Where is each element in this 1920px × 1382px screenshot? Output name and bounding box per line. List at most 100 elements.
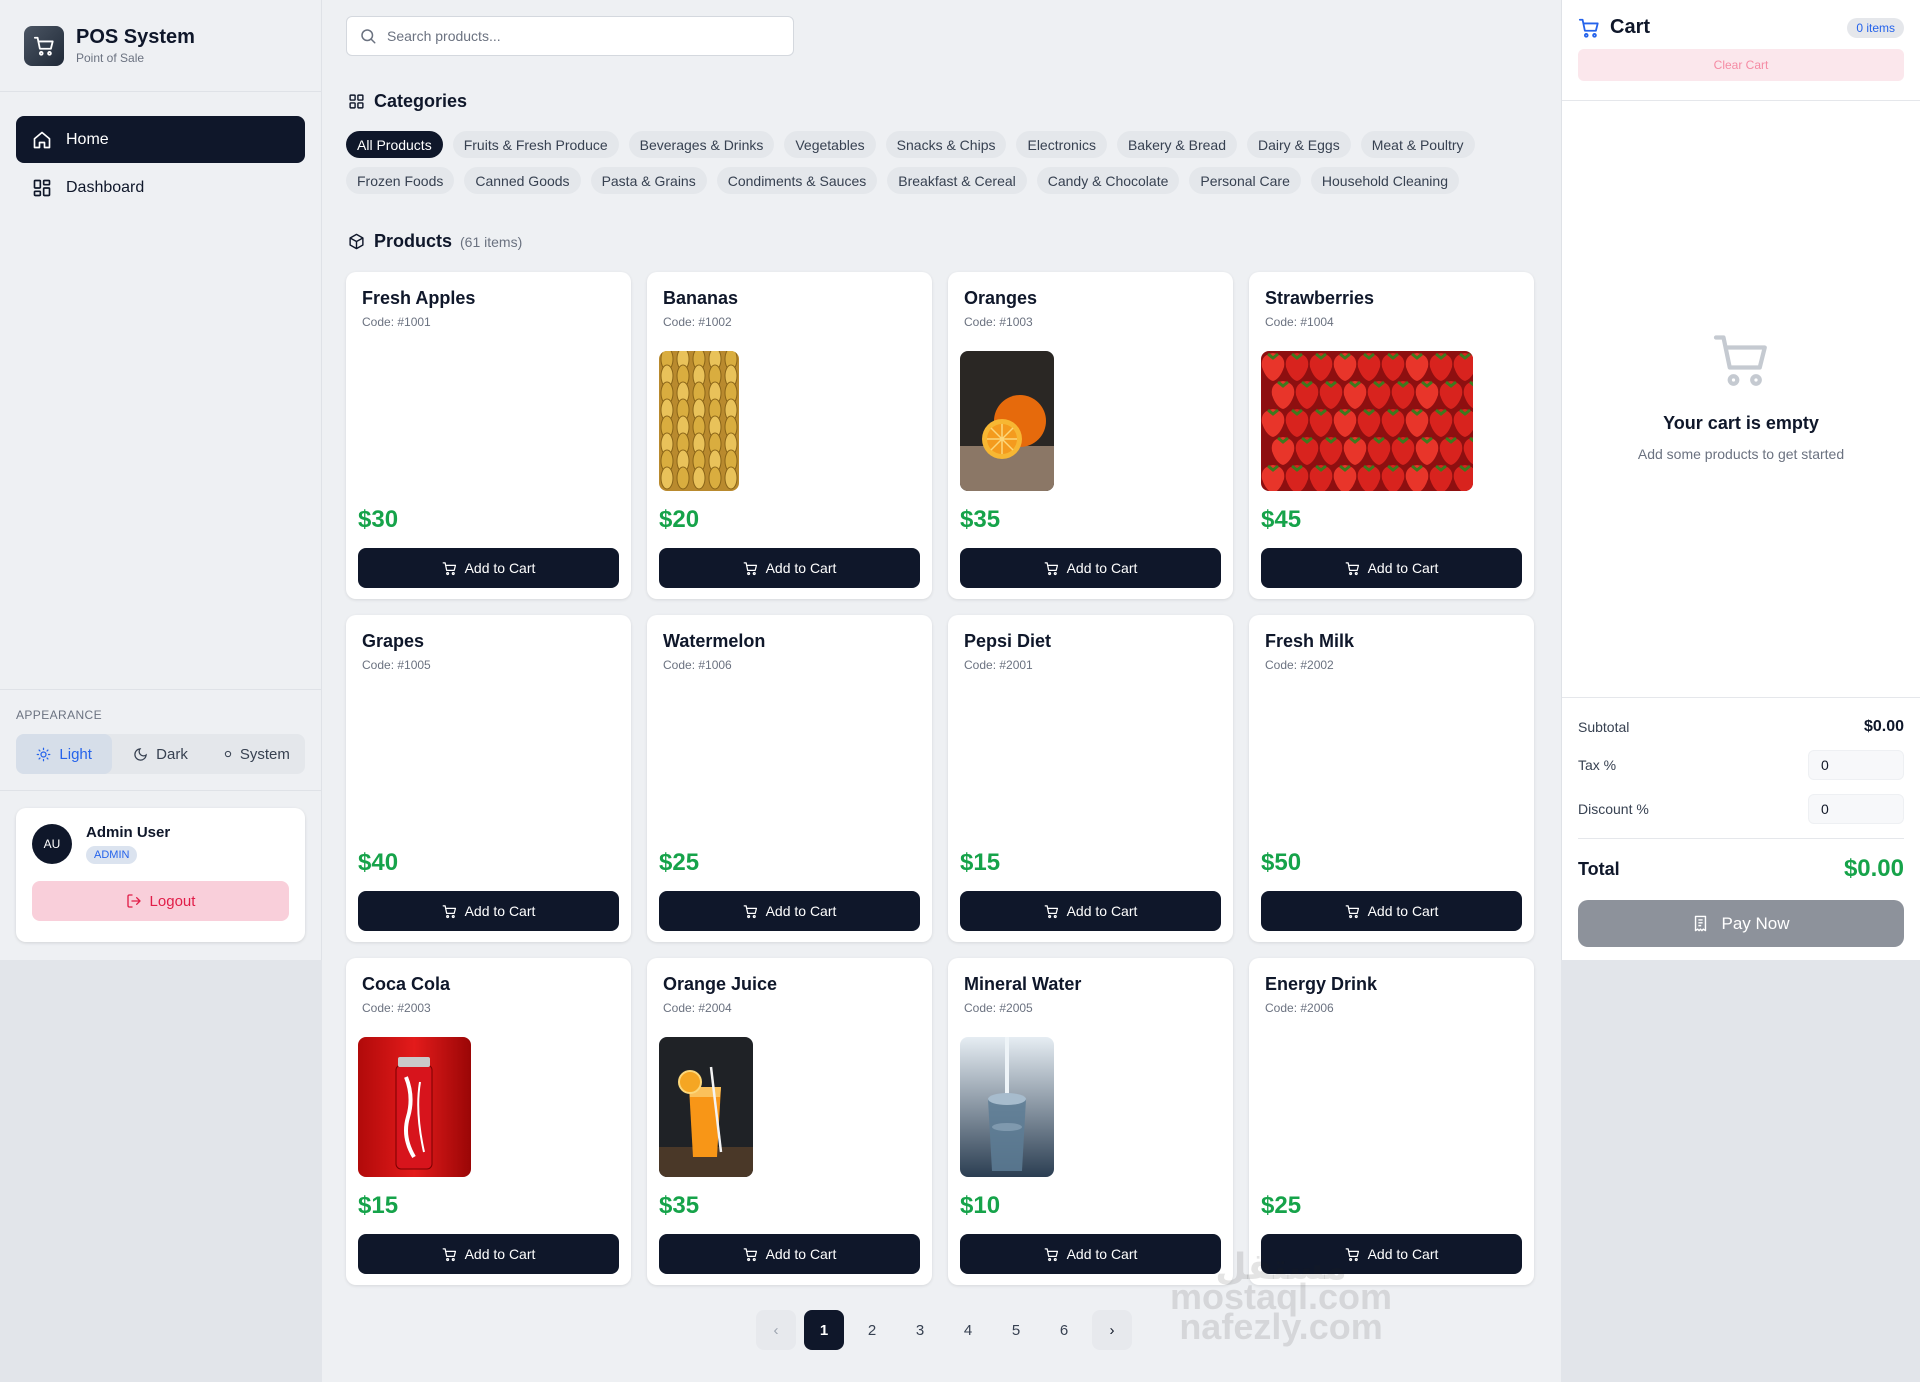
watermark-line-3: nafezly.com <box>1179 1306 1383 1347</box>
home-icon <box>32 130 52 150</box>
brand: POS System Point of Sale <box>0 0 321 92</box>
category-chip[interactable]: All Products <box>346 131 443 158</box>
search-input[interactable] <box>387 28 767 44</box>
category-chip[interactable]: Household Cleaning <box>1310 167 1459 194</box>
add-to-cart-button[interactable]: Add to Cart <box>960 891 1221 931</box>
page-button[interactable]: 1 <box>804 1310 844 1350</box>
tax-row: Tax % <box>1578 750 1904 780</box>
add-to-cart-button[interactable]: Add to Cart <box>358 548 619 588</box>
page-button[interactable]: 2 <box>852 1310 892 1350</box>
product-name: Mineral Water <box>964 974 1082 994</box>
add-to-cart-button[interactable]: Add to Cart <box>1261 548 1522 588</box>
next-page-button[interactable]: › <box>1092 1310 1132 1350</box>
category-chip[interactable]: Vegetables <box>784 131 876 158</box>
total-value: $0.00 <box>1843 855 1904 882</box>
page-button[interactable]: 3 <box>900 1310 940 1350</box>
category-chip[interactable]: Dairy & Eggs <box>1247 131 1351 158</box>
category-chip[interactable]: Breakfast & Cereal <box>887 167 1027 194</box>
product-card: Bananas Code: #1002 $20 Add to Cart <box>647 272 932 599</box>
pay-now-button[interactable]: Pay Now <box>1578 900 1904 947</box>
cart-icon <box>1345 561 1368 576</box>
add-to-cart-button[interactable]: Add to Cart <box>659 548 920 588</box>
category-chip[interactable]: Candy & Chocolate <box>1036 167 1180 194</box>
categories-heading: Categories <box>348 91 467 112</box>
product-name: Pepsi Diet <box>964 631 1052 651</box>
add-to-cart-label: Add to Cart <box>1367 560 1439 576</box>
product-name: Coca Cola <box>362 974 451 994</box>
watermark: مستقل mostaql.com nafezly.com <box>1170 1249 1392 1347</box>
add-to-cart-button[interactable]: Add to Cart <box>659 891 920 931</box>
clear-cart-button[interactable]: Clear Cart <box>1578 49 1904 81</box>
category-chip[interactable]: Condiments & Sauces <box>716 167 878 194</box>
product-image <box>960 1037 1054 1177</box>
add-to-cart-button[interactable]: Add to Cart <box>358 891 619 931</box>
product-price: $20 <box>659 506 700 533</box>
total-label: Total <box>1578 858 1620 879</box>
add-to-cart-button[interactable]: Add to Cart <box>1261 891 1522 931</box>
theme-system-label: System <box>239 745 290 763</box>
product-code: Code: #1005 <box>362 658 431 672</box>
product-image <box>960 351 1054 491</box>
product-price: $35 <box>659 1192 700 1219</box>
moon-icon <box>134 747 148 761</box>
product-price: $50 <box>1261 849 1302 876</box>
product-name: Fresh Milk <box>1265 631 1355 651</box>
page-button[interactable]: 6 <box>1044 1310 1084 1350</box>
nav-item-home[interactable]: Home <box>16 116 305 163</box>
product-price: $10 <box>960 1192 1001 1219</box>
product-grid: Fresh Apples Code: #1001 $30 Add to Cart Ban… <box>346 272 1534 1285</box>
theme-system-button[interactable]: System <box>209 734 305 774</box>
page-button[interactable]: 5 <box>996 1310 1036 1350</box>
cart-items-badge: 0 items <box>1847 17 1904 38</box>
cart-title: Cart <box>1578 16 1650 39</box>
product-card: Orange Juice Code: #2004 $35 Add to Cart <box>647 958 932 1285</box>
search-icon <box>361 29 376 44</box>
theme-switcher: Light Dark System <box>16 734 305 774</box>
theme-light-label: Light <box>59 745 92 763</box>
category-chips: All Products Fruits & Fresh Produce Bevera… <box>346 131 1546 194</box>
product-card: Grapes Code: #1005 $40 Add to Cart <box>346 615 631 942</box>
product-code: Code: #1006 <box>663 658 732 672</box>
brand-title: POS System <box>76 26 195 48</box>
subtotal-row: Subtotal $0.00 <box>1578 718 1904 736</box>
category-chip[interactable]: Personal Care <box>1189 167 1301 194</box>
category-chip[interactable]: Beverages & Drinks <box>628 131 775 158</box>
category-chip[interactable]: Frozen Foods <box>346 167 455 194</box>
product-card: Coca Cola Code: #2003 $15 Add to Cart <box>346 958 631 1285</box>
tax-input[interactable] <box>1808 750 1904 780</box>
tax-label: Tax % <box>1578 757 1617 773</box>
add-to-cart-label: Add to Cart <box>1066 1246 1138 1262</box>
total-row: Total $0.00 <box>1578 838 1904 883</box>
product-name: Oranges <box>964 288 1038 308</box>
nav-item-dashboard[interactable]: Dashboard <box>16 164 305 211</box>
product-code: Code: #1004 <box>1265 315 1334 329</box>
product-card: Pepsi Diet Code: #2001 $15 Add to Cart <box>948 615 1233 942</box>
category-chip[interactable]: Pasta & Grains <box>590 167 707 194</box>
category-chip[interactable]: Snacks & Chips <box>885 131 1007 158</box>
theme-dark-button[interactable]: Dark <box>112 734 208 774</box>
category-chip[interactable]: Fruits & Fresh Produce <box>452 131 619 158</box>
category-chip[interactable]: Canned Goods <box>464 167 581 194</box>
product-name: Fresh Apples <box>362 288 476 308</box>
add-to-cart-button[interactable]: Add to Cart <box>358 1234 619 1274</box>
product-image <box>1261 351 1473 491</box>
cart-empty-state: Your cart is empty Add some products to … <box>1562 330 1920 462</box>
category-chip[interactable]: Electronics <box>1016 131 1107 158</box>
theme-light-button[interactable]: Light <box>16 734 113 774</box>
product-card: Energy Drink Code: #2006 $25 Add to Cart <box>1249 958 1534 1285</box>
category-chip[interactable]: Meat & Poultry <box>1360 131 1475 158</box>
product-name: Watermelon <box>663 631 766 651</box>
appearance-label: APPEARANCE <box>16 708 103 722</box>
product-price: $35 <box>960 506 1001 533</box>
logout-button[interactable]: Logout <box>32 881 289 921</box>
add-to-cart-label: Add to Cart <box>765 1246 837 1262</box>
discount-input[interactable] <box>1808 794 1904 824</box>
cart-icon <box>743 561 766 576</box>
page-button[interactable]: 4 <box>948 1310 988 1350</box>
prev-page-button[interactable]: ‹ <box>756 1310 796 1350</box>
add-to-cart-button[interactable]: Add to Cart <box>960 548 1221 588</box>
category-chip[interactable]: Bakery & Bread <box>1116 131 1238 158</box>
add-to-cart-button[interactable]: Add to Cart <box>659 1234 920 1274</box>
main-nav: Home Dashboard <box>0 92 321 236</box>
cart-icon <box>1345 904 1368 919</box>
